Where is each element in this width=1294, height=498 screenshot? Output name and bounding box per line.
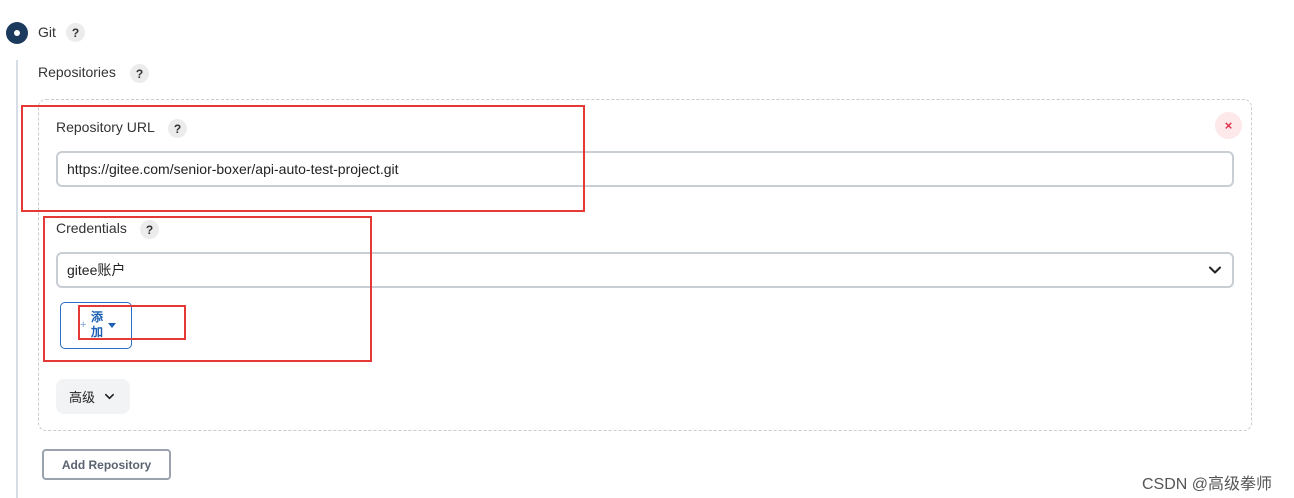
chevron-down-icon [1209, 266, 1221, 274]
annotation-box-repository-url [21, 105, 585, 212]
git-radio-button[interactable] [6, 22, 28, 44]
chevron-down-icon [105, 393, 115, 400]
remove-repository-close-icon[interactable]: × [1215, 112, 1242, 139]
advanced-button[interactable]: 高级 [56, 379, 130, 414]
annotation-box-credentials [43, 216, 372, 362]
section-divider-line [16, 60, 18, 498]
repositories-help-icon[interactable]: ? [130, 64, 149, 83]
advanced-label: 高级 [69, 390, 96, 405]
repositories-label: Repositories [38, 64, 116, 80]
git-option-label: Git [38, 24, 56, 40]
annotation-box-add-button [78, 305, 186, 340]
watermark-text: CSDN @高级拳师 [1142, 476, 1273, 493]
git-help-icon[interactable]: ? [66, 23, 85, 42]
add-repository-button[interactable]: Add Repository [42, 449, 171, 480]
